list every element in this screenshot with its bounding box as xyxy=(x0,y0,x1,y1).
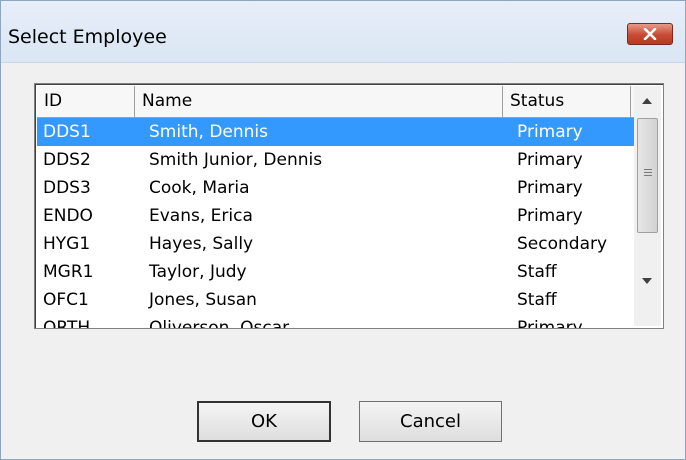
list-rows: DDS1 Smith, Dennis Primary DDS2 Smith Junior… xyxy=(37,118,634,328)
employee-list[interactable]: ID Name Status DDS1 Smith, Dennis Primary D… xyxy=(34,83,664,329)
cell-id: DDS1 xyxy=(43,122,91,142)
cell-id: ENDO xyxy=(43,206,93,226)
scroll-down-button[interactable] xyxy=(634,266,661,296)
cell-status: Primary xyxy=(517,206,583,226)
list-item[interactable]: MGR1 Taylor, Judy Staff xyxy=(37,258,634,286)
cell-name: Oliverson, Oscar xyxy=(149,318,290,328)
thumb-grip-line xyxy=(644,175,652,176)
list-item[interactable]: HYG1 Hayes, Sally Secondary xyxy=(37,230,634,258)
cell-status: Primary xyxy=(517,318,583,328)
cell-id: HYG1 xyxy=(43,234,91,254)
cell-id: ORTH xyxy=(43,318,91,328)
thumb-grip-line xyxy=(644,172,652,173)
cell-name: Smith, Dennis xyxy=(149,122,268,142)
cell-id: OFC1 xyxy=(43,290,89,310)
cancel-button[interactable]: Cancel xyxy=(359,401,502,442)
column-header-id[interactable]: ID xyxy=(37,86,135,117)
column-header-status[interactable]: Status xyxy=(503,86,631,117)
close-button[interactable] xyxy=(627,23,673,45)
cell-status: Primary xyxy=(517,178,583,198)
cell-name: Taylor, Judy xyxy=(149,262,247,282)
arrow-down-icon xyxy=(642,278,652,284)
list-item[interactable]: DDS2 Smith Junior, Dennis Primary xyxy=(37,146,634,174)
cell-name: Smith Junior, Dennis xyxy=(149,150,323,170)
ok-button[interactable]: OK xyxy=(197,401,331,442)
close-icon xyxy=(643,28,657,40)
thumb-grip-line xyxy=(644,169,652,170)
cell-status: Staff xyxy=(517,290,557,310)
cell-status: Primary xyxy=(517,122,583,142)
scroll-up-button[interactable] xyxy=(634,86,661,116)
list-header: ID Name Status xyxy=(37,86,634,118)
select-employee-dialog: Select Employee ID Name Status DDS1 Smith… xyxy=(0,0,686,460)
cell-id: DDS2 xyxy=(43,150,91,170)
cell-name: Evans, Erica xyxy=(149,206,253,226)
cell-id: MGR1 xyxy=(43,262,94,282)
scroll-thumb[interactable] xyxy=(637,118,658,233)
list-item[interactable]: ORTH Oliverson, Oscar Primary xyxy=(37,314,634,328)
dialog-title: Select Employee xyxy=(8,26,167,48)
list-item[interactable]: DDS1 Smith, Dennis Primary xyxy=(37,118,634,146)
column-header-name[interactable]: Name xyxy=(135,86,503,117)
cell-status: Staff xyxy=(517,262,557,282)
title-bar[interactable]: Select Employee xyxy=(1,1,685,63)
arrow-up-icon xyxy=(642,98,652,104)
cell-name: Jones, Susan xyxy=(149,290,257,310)
list-item[interactable]: DDS3 Cook, Maria Primary xyxy=(37,174,634,202)
list-item[interactable]: ENDO Evans, Erica Primary xyxy=(37,202,634,230)
cell-status: Primary xyxy=(517,150,583,170)
cell-status: Secondary xyxy=(517,234,608,254)
cell-name: Hayes, Sally xyxy=(149,234,254,254)
cell-name: Cook, Maria xyxy=(149,178,250,198)
cell-id: DDS3 xyxy=(43,178,91,198)
list-item[interactable]: OFC1 Jones, Susan Staff xyxy=(37,286,634,314)
vertical-scrollbar[interactable] xyxy=(634,86,661,326)
